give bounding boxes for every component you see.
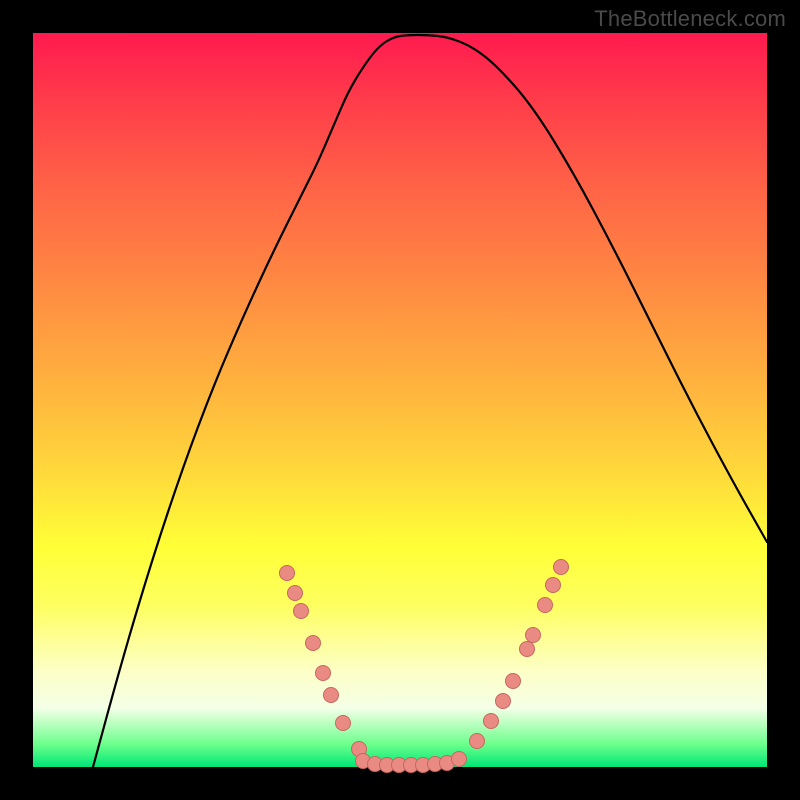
data-dot <box>484 714 499 729</box>
data-dot <box>294 604 309 619</box>
chart-frame: TheBottleneck.com <box>0 0 800 800</box>
curve-svg <box>33 33 767 767</box>
data-dot <box>526 628 541 643</box>
data-dot <box>324 688 339 703</box>
dots-bottom-cluster <box>356 752 467 773</box>
dots-right-cluster <box>470 560 569 749</box>
plot-area <box>33 33 767 767</box>
watermark-text: TheBottleneck.com <box>594 6 786 32</box>
data-dot <box>470 734 485 749</box>
data-dot <box>316 666 331 681</box>
data-dot <box>546 578 561 593</box>
data-dot <box>554 560 569 575</box>
dots-left-cluster <box>280 566 367 757</box>
data-dot <box>496 694 511 709</box>
data-dot <box>452 752 467 767</box>
data-dot <box>520 642 535 657</box>
data-dot <box>506 674 521 689</box>
data-dot <box>336 716 351 731</box>
data-dot <box>280 566 295 581</box>
bottleneck-curve <box>93 35 767 767</box>
data-dot <box>306 636 321 651</box>
data-dot <box>288 586 303 601</box>
data-dot <box>538 598 553 613</box>
